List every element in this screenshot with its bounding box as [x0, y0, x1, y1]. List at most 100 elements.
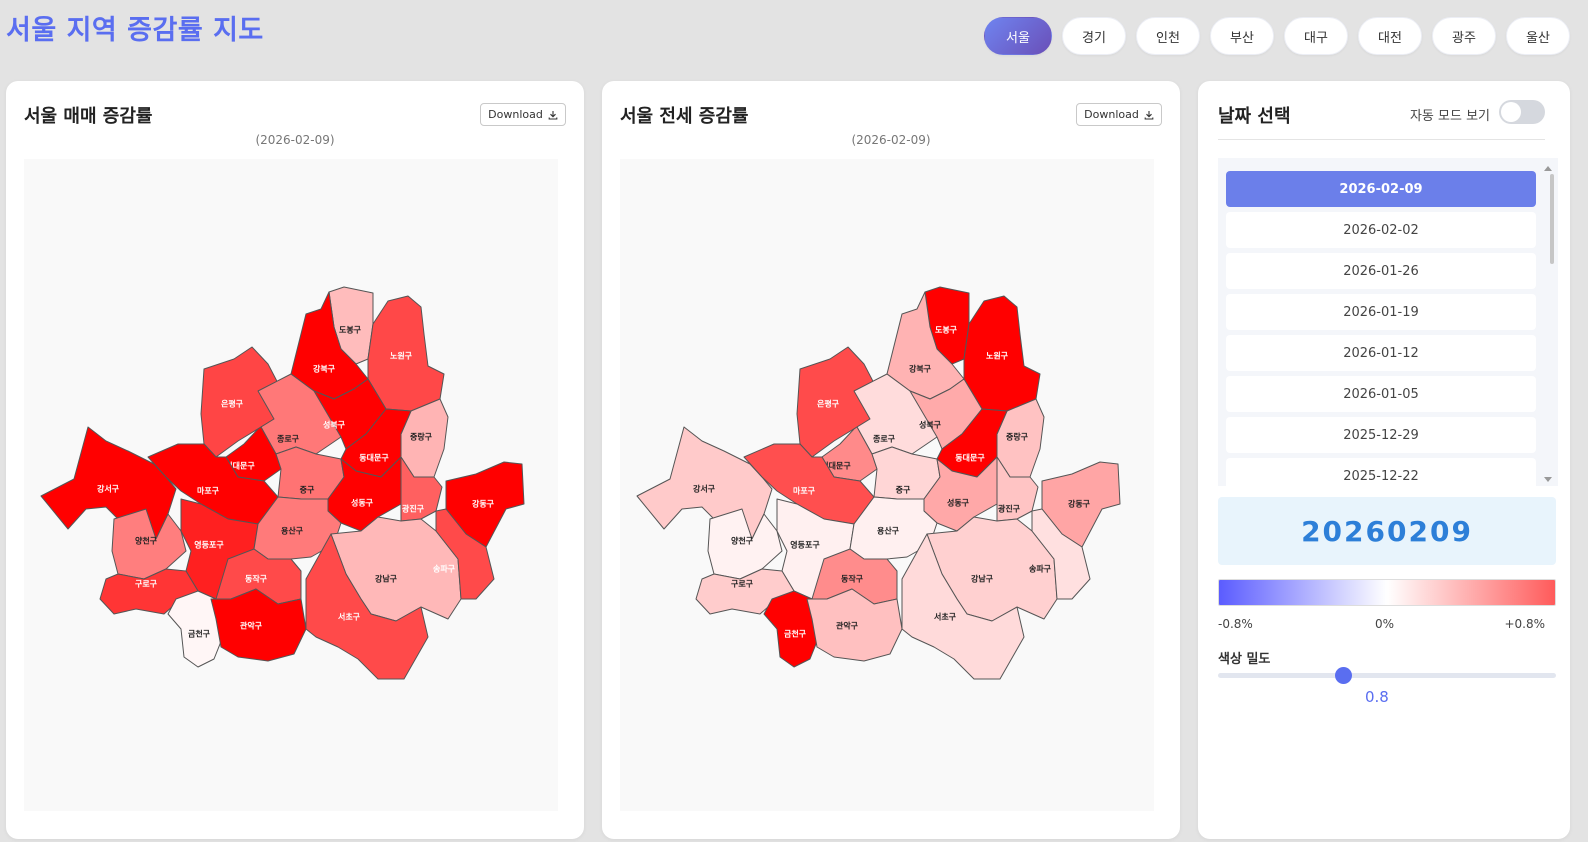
color-scale-bar	[1218, 579, 1556, 606]
district-label: 송파구	[433, 564, 456, 574]
district-label: 구로구	[135, 580, 158, 589]
district-label: 영등포구	[790, 540, 820, 550]
date-item[interactable]: 2026-01-05	[1226, 376, 1536, 412]
district-label: 마포구	[793, 486, 816, 496]
sale-map-title: 서울 매매 증감률	[24, 106, 153, 127]
tab-region-seoul[interactable]: 서울	[984, 17, 1052, 55]
district-yangcheon[interactable]: 양천구	[707, 508, 783, 580]
district-label: 성북구	[919, 420, 942, 430]
tab-region-incheon[interactable]: 인천	[1136, 17, 1200, 55]
district-label: 서초구	[934, 612, 957, 622]
district-label: 중랑구	[410, 432, 433, 442]
date-list-scrollbar[interactable]	[1544, 166, 1554, 482]
download-icon	[548, 110, 558, 120]
district-label: 금천구	[784, 629, 807, 639]
district-label: 동작구	[841, 574, 864, 584]
selected-date-display: 20260209	[1218, 497, 1556, 565]
sale-map-date: (2026-02-09)	[255, 133, 335, 147]
district-label: 종로구	[277, 435, 300, 444]
district-label: 강북구	[313, 364, 336, 374]
district-label: 종로구	[873, 435, 896, 444]
district-nowon[interactable]: 노원구	[367, 295, 445, 412]
scrollbar-thumb[interactable]	[1550, 174, 1554, 264]
district-label: 동대문구	[359, 453, 389, 463]
tab-region-busan[interactable]: 부산	[1210, 17, 1274, 55]
scale-min-label: -0.8%	[1218, 617, 1253, 631]
district-label: 관악구	[836, 621, 859, 631]
district-nowon[interactable]: 노원구	[963, 295, 1041, 412]
district-label: 강서구	[693, 484, 716, 494]
auto-mode-label: 자동 모드 보기	[1409, 109, 1490, 124]
slider-handle[interactable]	[1335, 667, 1352, 684]
seoul-district-map: 도봉구노원구강북구은평구종로구성북구중랑구동대문구서대문구강서구 마포구 중구성동구…	[40, 286, 525, 680]
district-label: 동작구	[245, 574, 268, 584]
district-shape[interactable]	[40, 426, 177, 540]
tab-region-gwangju[interactable]: 광주	[1432, 17, 1496, 55]
district-label: 강동구	[1068, 499, 1091, 509]
tab-region-daejeon[interactable]: 대전	[1358, 17, 1422, 55]
scale-max-label: +0.8%	[1504, 617, 1545, 631]
date-item[interactable]: 2025-12-29	[1226, 417, 1536, 453]
district-label: 강남구	[375, 574, 398, 584]
seoul-district-map: 도봉구노원구강북구은평구종로구성북구중랑구동대문구서대문구강서구 마포구 중구성동구…	[636, 286, 1121, 680]
date-item[interactable]: 2026-01-26	[1226, 253, 1536, 289]
district-label: 중구	[300, 486, 315, 495]
color-density-slider[interactable]	[1218, 673, 1556, 678]
district-label: 성동구	[947, 498, 970, 508]
district-label: 도봉구	[935, 325, 958, 335]
date-item[interactable]: 2026-01-19	[1226, 294, 1536, 330]
district-label: 은평구	[221, 399, 244, 409]
jeonse-download-button[interactable]: Download	[1076, 103, 1162, 126]
tab-region-daegu[interactable]: 대구	[1284, 17, 1348, 55]
district-gangseo[interactable]: 강서구	[40, 426, 177, 540]
district-label: 마포구	[197, 486, 220, 496]
region-tabs: 서울 경기 인천 부산 대구 대전 광주 울산	[984, 17, 1570, 55]
date-item[interactable]: 2026-02-09	[1226, 171, 1536, 207]
district-label: 도봉구	[339, 325, 362, 335]
date-item[interactable]: 2026-02-02	[1226, 212, 1536, 248]
district-label: 노원구	[390, 351, 413, 361]
sale-download-button[interactable]: Download	[480, 103, 566, 126]
district-label: 영등포구	[194, 540, 224, 550]
district-yangcheon[interactable]: 양천구	[111, 508, 187, 580]
district-label: 관악구	[240, 621, 263, 631]
district-label: 강남구	[971, 574, 994, 584]
district-label: 송파구	[1029, 564, 1052, 574]
date-panel-title: 날짜 선택	[1218, 106, 1291, 127]
toggle-knob	[1501, 102, 1521, 122]
scroll-down-arrow-icon[interactable]	[1544, 477, 1552, 482]
district-label: 중랑구	[1006, 432, 1029, 442]
date-list: 2026-02-09 2026-02-02 2026-01-26 2026-01…	[1218, 158, 1558, 486]
tab-region-ulsan[interactable]: 울산	[1506, 17, 1570, 55]
page-title: 서울 지역 증감률 지도	[6, 15, 264, 46]
district-label: 중구	[896, 486, 911, 495]
jeonse-map-card: 서울 전세 증감률 Download (2026-02-09) 도봉구 노원구 강북…	[602, 81, 1180, 839]
sale-map: 도봉구 노원구 강북구 은평구 종로구 성북구 중랑구 동대문구 서대문구 강서구 마포구 중구 성동구…	[24, 159, 558, 811]
date-item[interactable]: 2026-01-12	[1226, 335, 1536, 371]
jeonse-map-date: (2026-02-09)	[851, 133, 931, 147]
district-label: 구로구	[731, 580, 754, 589]
district-label: 용산구	[877, 526, 900, 536]
date-panel: 날짜 선택 자동 모드 보기 2026-02-09 2026-02-02 202…	[1198, 81, 1570, 839]
download-label: Download	[488, 108, 543, 121]
auto-mode-toggle[interactable]	[1499, 100, 1545, 124]
sale-map-card: 서울 매매 증감률 Download (2026-02-09) 도봉구노원구강북…	[6, 81, 584, 839]
district-label: 노원구	[986, 351, 1009, 361]
district-label: 성동구	[351, 498, 374, 508]
district-shape[interactable]	[636, 426, 773, 540]
district-label: 강동구	[472, 499, 495, 509]
color-density-value: 0.8	[1365, 688, 1389, 706]
scroll-up-arrow-icon[interactable]	[1544, 166, 1552, 171]
district-label: 광진구	[998, 504, 1021, 514]
district-label: 강서구	[97, 484, 120, 494]
district-label: 은평구	[817, 399, 840, 409]
district-label: 서초구	[338, 612, 361, 622]
district-label: 강북구	[909, 364, 932, 374]
district-label: 광진구	[402, 504, 425, 514]
tab-region-gyeonggi[interactable]: 경기	[1062, 17, 1126, 55]
district-gangseo[interactable]: 강서구	[636, 426, 773, 540]
date-item[interactable]: 2025-12-22	[1226, 458, 1536, 486]
district-label: 양천구	[731, 536, 754, 546]
download-label: Download	[1084, 108, 1139, 121]
jeonse-map: 도봉구 노원구 강북구 은평구 종로구 성북구 중랑구 동대문구 서대문구 강서구 마포구 중구 성동구…	[620, 159, 1154, 811]
